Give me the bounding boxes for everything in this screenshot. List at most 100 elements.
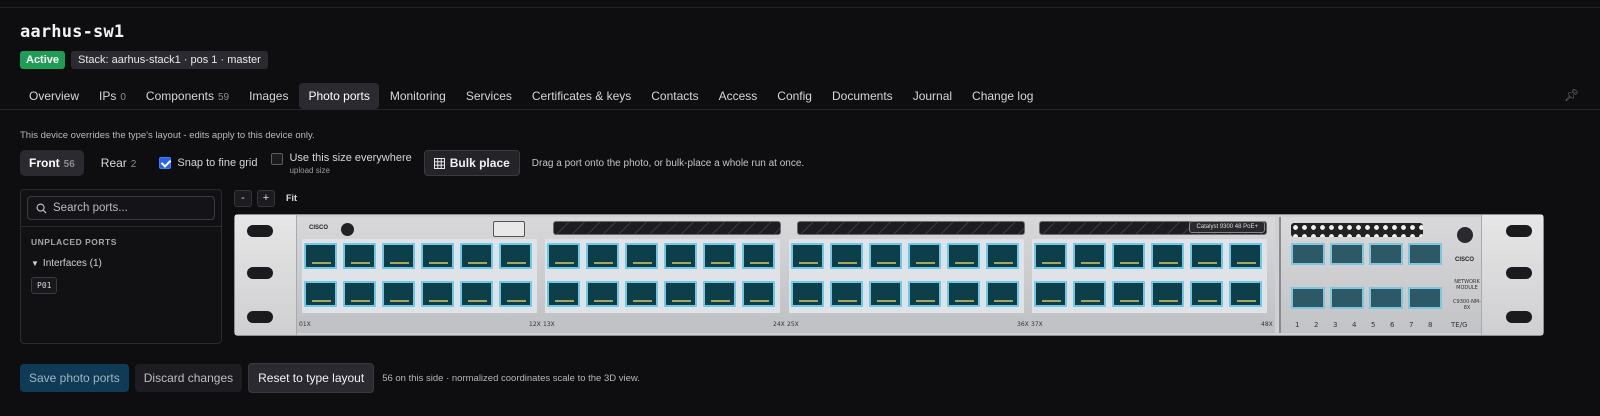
rj45-port[interactable] [547, 281, 580, 307]
sfp-port[interactable] [1369, 287, 1403, 309]
rj45-port[interactable] [460, 281, 493, 307]
checkbox-checked-icon[interactable] [159, 157, 172, 169]
rack-slot [1506, 225, 1532, 237]
port-range-label: 37X [1031, 321, 1043, 328]
rj45-port[interactable] [1190, 281, 1223, 307]
tab-components[interactable]: Components 59 [137, 83, 238, 109]
rj45-port[interactable] [460, 243, 493, 269]
rj45-port[interactable] [382, 281, 415, 307]
bulk-place-button[interactable]: Bulk place [423, 150, 520, 176]
interfaces-group[interactable]: ▼ Interfaces (1) [31, 258, 221, 269]
rj45-port[interactable] [1034, 243, 1067, 269]
checkbox-unchecked-icon[interactable] [271, 152, 284, 165]
rj45-port[interactable] [830, 243, 863, 269]
rj45-port[interactable] [703, 243, 736, 269]
discard-changes-button[interactable]: Discard changes [134, 364, 243, 392]
reset-layout-button[interactable]: Reset to type layout [248, 363, 375, 393]
device-photo[interactable]: CISCO Catalyst 9300 48 PoE+ 01X 12X 13X 24X… [234, 214, 1544, 336]
side-rear-toggle[interactable]: Rear 2 [92, 150, 146, 176]
rj45-port[interactable] [304, 243, 337, 269]
tab-certificates-keys[interactable]: Certificates & keys [523, 83, 640, 109]
tab-monitoring[interactable]: Monitoring [381, 83, 455, 109]
sfp-port[interactable] [1291, 287, 1325, 309]
rj45-port[interactable] [986, 281, 1019, 307]
tab-journal[interactable]: Journal [904, 83, 961, 109]
rj45-port[interactable] [625, 243, 658, 269]
side-front-toggle[interactable]: Front 56 [20, 150, 84, 176]
rj45-port[interactable] [1151, 243, 1184, 269]
mode-button-icon [341, 223, 354, 236]
network-module: CISCO NETWORK MODULE C9300-NM-8X TE/G 1 2… [1279, 217, 1485, 333]
rj45-port[interactable] [1229, 281, 1262, 307]
fit-button[interactable]: Fit [286, 193, 297, 203]
rj45-port[interactable] [947, 243, 980, 269]
sfp-port[interactable] [1408, 287, 1442, 309]
switch-faceplate: CISCO Catalyst 9300 48 PoE+ 01X 12X 13X 24X… [297, 217, 1275, 333]
rj45-port[interactable] [830, 281, 863, 307]
rj45-port[interactable] [742, 243, 775, 269]
rj45-port[interactable] [947, 281, 980, 307]
tab-photo-ports[interactable]: Photo ports [299, 82, 379, 109]
tab-label: Certificates & keys [531, 88, 632, 103]
rack-ear-right [1481, 215, 1543, 335]
sfp-port[interactable] [1408, 243, 1442, 265]
rj45-port[interactable] [1151, 281, 1184, 307]
tab-ips[interactable]: IPs 0 [90, 83, 135, 109]
sfp-port[interactable] [1330, 243, 1364, 265]
sfp-port[interactable] [1330, 287, 1364, 309]
rj45-port[interactable] [703, 281, 736, 307]
tab-contacts[interactable]: Contacts [642, 83, 707, 109]
rj45-port[interactable] [908, 243, 941, 269]
rj45-port[interactable] [1112, 281, 1145, 307]
rj45-port[interactable] [869, 281, 902, 307]
tab-overview[interactable]: Overview [20, 83, 88, 109]
rj45-port[interactable] [625, 281, 658, 307]
screw-icon [1457, 227, 1473, 243]
rj45-port[interactable] [664, 281, 697, 307]
rj45-port[interactable] [1229, 243, 1262, 269]
rj45-port[interactable] [382, 243, 415, 269]
rj45-port[interactable] [791, 243, 824, 269]
rj45-port[interactable] [1112, 243, 1145, 269]
rj45-port[interactable] [499, 243, 532, 269]
rj45-port[interactable] [586, 281, 619, 307]
sfp-port[interactable] [1369, 243, 1403, 265]
search-box[interactable] [27, 196, 215, 220]
rj45-port[interactable] [547, 243, 580, 269]
sfp-port[interactable] [1291, 243, 1325, 265]
search-input[interactable] [53, 202, 203, 214]
rj45-port[interactable] [499, 281, 532, 307]
rj45-port[interactable] [343, 243, 376, 269]
tab-services[interactable]: Services [457, 83, 521, 109]
rj45-port[interactable] [742, 281, 775, 307]
rj45-port[interactable] [664, 243, 697, 269]
zoom-in-button[interactable]: + [257, 189, 275, 207]
snap-grid-checkbox[interactable]: Snap to fine grid [159, 157, 257, 169]
rj45-port[interactable] [986, 243, 1019, 269]
device-header: aarhus-sw1 Active Stack: aarhus-stack1 ·… [0, 8, 1600, 82]
rj45-port[interactable] [421, 243, 454, 269]
rj45-port[interactable] [1034, 281, 1067, 307]
pin-icon[interactable]: 📌︎ [1564, 88, 1579, 102]
tab-documents[interactable]: Documents [823, 83, 902, 109]
rj45-port[interactable] [343, 281, 376, 307]
tab-change-log[interactable]: Change log [963, 83, 1042, 109]
tab-access[interactable]: Access [710, 83, 767, 109]
save-photo-ports-button[interactable]: Save photo ports [20, 364, 129, 392]
rj45-port[interactable] [421, 281, 454, 307]
unplaced-port-chip[interactable]: P01 [31, 277, 58, 294]
tab-images[interactable]: Images [240, 83, 297, 109]
zoom-out-button[interactable]: - [234, 189, 252, 207]
tab-config[interactable]: Config [768, 83, 821, 109]
rj45-port[interactable] [1073, 281, 1106, 307]
rj45-port[interactable] [586, 243, 619, 269]
rj45-port[interactable] [869, 243, 902, 269]
rj45-port[interactable] [304, 281, 337, 307]
rj45-port[interactable] [1190, 243, 1223, 269]
module-tag: TE/G [1451, 321, 1468, 329]
use-size-checkbox[interactable]: Use this size everywhere upload size [271, 152, 412, 175]
rj45-port[interactable] [791, 281, 824, 307]
port-range-label: 48X [1261, 321, 1273, 328]
rj45-port[interactable] [908, 281, 941, 307]
rj45-port[interactable] [1073, 243, 1106, 269]
